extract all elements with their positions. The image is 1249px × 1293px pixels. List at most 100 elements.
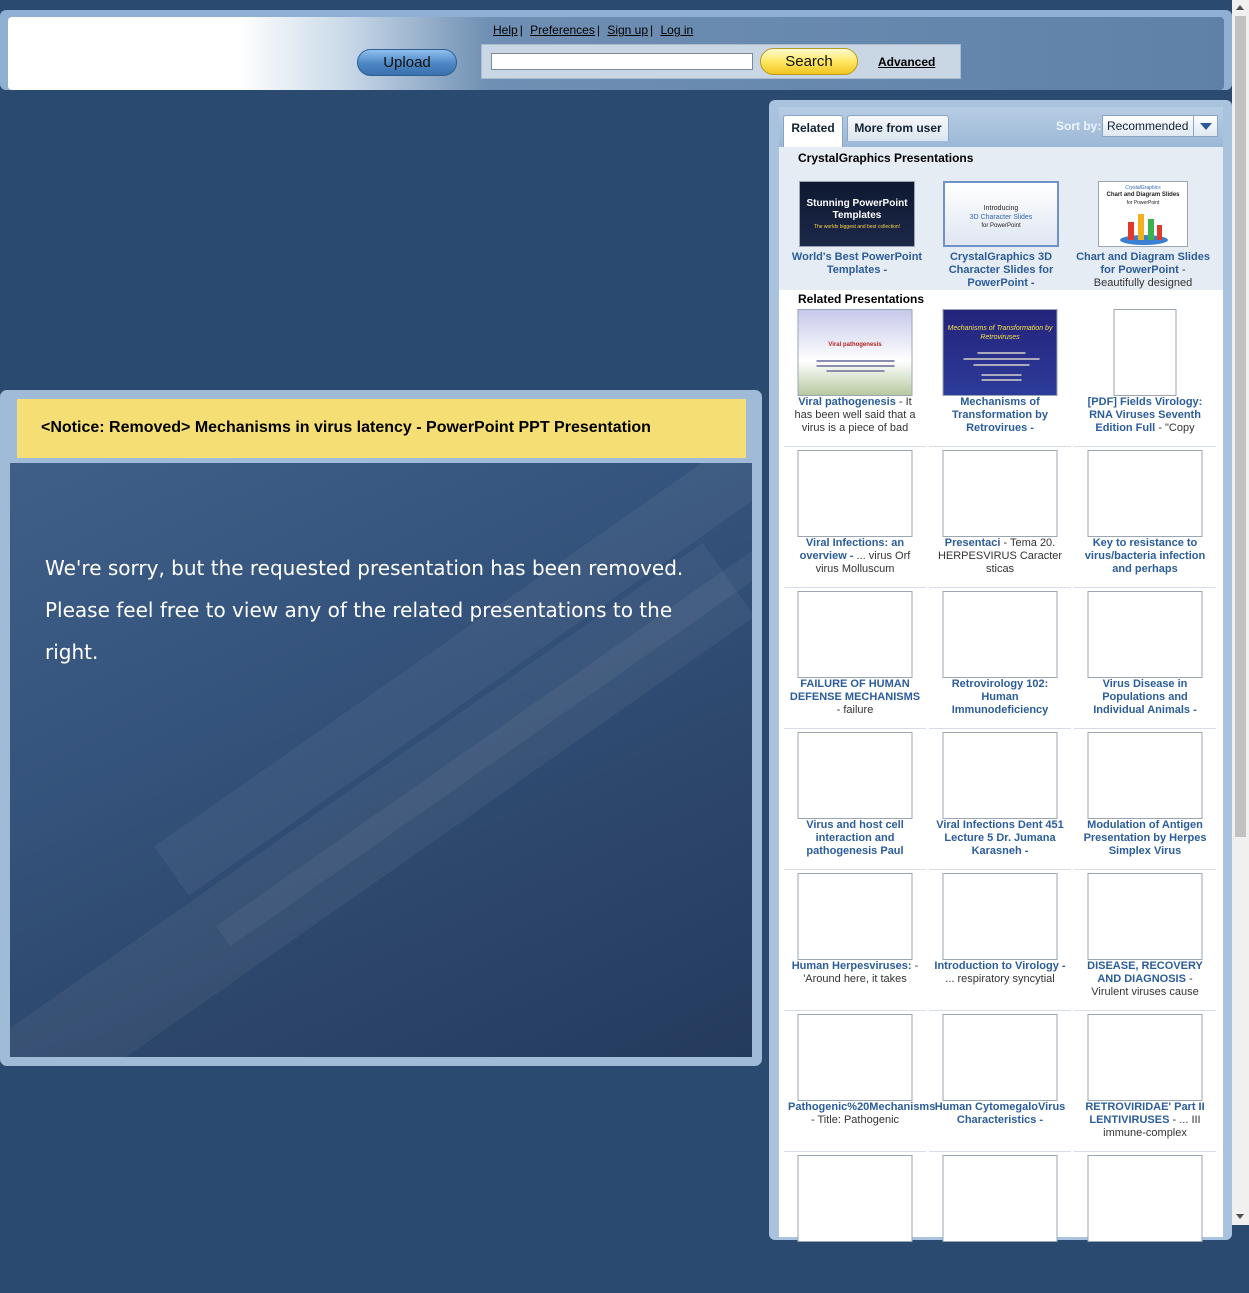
- login-link[interactable]: Log in: [661, 23, 694, 37]
- slide-thumbnail[interactable]: [942, 1155, 1058, 1242]
- related-item[interactable]: [1074, 1155, 1216, 1293]
- slide-thumbnail[interactable]: Mechanisms of Transformation by Retrovir…: [942, 309, 1058, 396]
- page-scrollbar[interactable]: [1232, 0, 1249, 1225]
- item-title[interactable]: CrystalGraphics 3D Character Slides for …: [949, 251, 1054, 289]
- related-item[interactable]: Retrovirology 102: Human Immunodeficienc…: [929, 591, 1071, 729]
- featured-item[interactable]: Stunning PowerPoint Templates The worlds…: [786, 181, 928, 291]
- help-link[interactable]: Help: [493, 23, 518, 37]
- slide-thumbnail[interactable]: [942, 873, 1058, 960]
- item-title[interactable]: Pathogenic%20Mechanisms: [788, 1101, 935, 1113]
- item-title[interactable]: Virus and host cell interaction and path…: [806, 819, 904, 857]
- related-item[interactable]: Introduction to Virology - ... respirato…: [929, 873, 1071, 1011]
- slide-thumbnail[interactable]: [797, 1155, 913, 1242]
- sort-value: Recommended: [1107, 119, 1189, 133]
- related-item[interactable]: Modulation of Antigen Presentation by He…: [1074, 732, 1216, 870]
- slide-thumbnail[interactable]: [1087, 873, 1203, 960]
- item-caption: Mechanisms of Transformation by Retrovir…: [933, 396, 1067, 435]
- item-caption: [PDF] Fields Virology: RNA Viruses Seven…: [1078, 396, 1212, 435]
- slide-thumbnail[interactable]: [797, 873, 913, 960]
- related-item[interactable]: Viral Infections: an overview - ... viru…: [784, 450, 926, 588]
- related-item[interactable]: FAILURE OF HUMAN DEFENSE MECHANISMS - fa…: [784, 591, 926, 729]
- item-title[interactable]: Human Herpesviruses:: [792, 960, 912, 972]
- related-item[interactable]: [784, 1155, 926, 1293]
- item-title[interactable]: FAILURE OF HUMAN DEFENSE MECHANISMS: [790, 678, 920, 703]
- thumb-text: for PowerPoint: [981, 223, 1021, 229]
- related-item[interactable]: Virus and host cell interaction and path…: [784, 732, 926, 870]
- sort-select[interactable]: Recommended: [1102, 115, 1218, 137]
- related-item[interactable]: Viral Infections Dent 451 Lecture 5 Dr. …: [929, 732, 1071, 870]
- featured-item[interactable]: Introducing 3D Character Slides for Powe…: [930, 181, 1072, 291]
- slide-thumbnail[interactable]: [942, 1014, 1058, 1101]
- slide-thumbnail[interactable]: [1113, 309, 1177, 396]
- related-item[interactable]: [PDF] Fields Virology: RNA Viruses Seven…: [1074, 309, 1216, 447]
- item-caption: CrystalGraphics 3D Character Slides for …: [934, 251, 1068, 290]
- related-item[interactable]: [929, 1155, 1071, 1293]
- related-item[interactable]: Human CytomegaloVirus Characteristics -: [929, 1014, 1071, 1152]
- item-title[interactable]: Key to resistance to virus/bacteria infe…: [1085, 537, 1205, 575]
- item-title[interactable]: Viral Infections Dent 451 Lecture 5 Dr. …: [936, 819, 1064, 857]
- slide-thumbnail[interactable]: Introducing 3D Character Slides for Powe…: [943, 181, 1059, 247]
- item-title[interactable]: Presentaci: [945, 537, 1001, 549]
- signup-link[interactable]: Sign up: [607, 23, 648, 37]
- thumb-text: for PowerPoint: [1126, 200, 1160, 206]
- slide-thumbnail[interactable]: [1087, 1014, 1203, 1101]
- notice-body: We're sorry, but the requested presentat…: [10, 463, 752, 1057]
- item-caption: World's Best PowerPoint Templates -: [790, 251, 924, 277]
- item-title[interactable]: DISEASE, RECOVERY AND DIAGNOSIS: [1087, 960, 1203, 985]
- related-item[interactable]: Key to resistance to virus/bacteria infe…: [1074, 450, 1216, 588]
- slide-thumbnail[interactable]: [797, 1014, 913, 1101]
- related-item[interactable]: Viral pathogenesis Viral pathogenesis - …: [784, 309, 926, 447]
- scrollbar-thumb[interactable]: [1235, 16, 1246, 837]
- slide-thumbnail[interactable]: Viral pathogenesis: [797, 309, 913, 396]
- item-title[interactable]: Viral pathogenesis: [798, 396, 896, 408]
- slide-thumbnail[interactable]: [942, 732, 1058, 819]
- thumb-text: Viral pathogenesis: [828, 342, 882, 348]
- slide-thumbnail[interactable]: [1087, 450, 1203, 537]
- slide-thumbnail[interactable]: [942, 450, 1058, 537]
- slide-thumbnail[interactable]: [797, 591, 913, 678]
- search-button[interactable]: Search: [760, 48, 858, 75]
- item-title[interactable]: Modulation of Antigen Presentation by He…: [1084, 819, 1207, 857]
- related-item[interactable]: Presentaci - Tema 20. HERPESVIRUS Caract…: [929, 450, 1071, 588]
- slide-thumbnail[interactable]: [797, 732, 913, 819]
- slide-thumbnail[interactable]: [1087, 1155, 1203, 1242]
- related-item[interactable]: Virus Disease in Populations and Individ…: [1074, 591, 1216, 729]
- slide-thumbnail[interactable]: CrystalGraphics Chart and Diagram Slides…: [1098, 181, 1188, 247]
- item-caption: Modulation of Antigen Presentation by He…: [1078, 819, 1212, 858]
- slide-thumbnail[interactable]: Stunning PowerPoint Templates The worlds…: [799, 181, 915, 247]
- related-item[interactable]: Mechanisms of Transformation by Retrovir…: [929, 309, 1071, 447]
- related-item[interactable]: Pathogenic%20Mechanisms - Title: Pathoge…: [784, 1014, 935, 1152]
- item-caption: Viral Infections Dent 451 Lecture 5 Dr. …: [933, 819, 1067, 858]
- slide-thumbnail[interactable]: [1087, 591, 1203, 678]
- removed-message: We're sorry, but the requested presentat…: [45, 556, 684, 664]
- advanced-search-link[interactable]: Advanced: [878, 55, 935, 69]
- related-item[interactable]: RETROVIRIDAE' Part II LENTIVIRUSES - ...…: [1074, 1014, 1216, 1152]
- item-caption: Human Herpesviruses: - 'Around here, it …: [788, 960, 922, 986]
- slide-thumbnail[interactable]: [942, 591, 1058, 678]
- upload-button[interactable]: Upload: [357, 49, 457, 76]
- notice-panel: <Notice: Removed> Mechanisms in virus la…: [0, 390, 762, 1066]
- item-title[interactable]: Retrovirology 102: Human Immunodeficienc…: [952, 678, 1049, 716]
- scroll-down-icon[interactable]: [1236, 1214, 1244, 1219]
- preferences-link[interactable]: Preferences: [530, 23, 595, 37]
- featured-item[interactable]: CrystalGraphics Chart and Diagram Slides…: [1072, 181, 1214, 291]
- slide-thumbnail[interactable]: [797, 450, 913, 537]
- slide-thumbnail[interactable]: [1087, 732, 1203, 819]
- search-input[interactable]: [491, 53, 753, 70]
- item-title[interactable]: Mechanisms of Transformation by Retrovir…: [952, 396, 1048, 434]
- scroll-up-icon[interactable]: [1236, 5, 1244, 10]
- item-title[interactable]: Virus Disease in Populations and Individ…: [1093, 678, 1197, 716]
- item-title[interactable]: Chart and Diagram Slides for PowerPoint: [1076, 251, 1210, 276]
- tab-related[interactable]: Related: [783, 115, 843, 147]
- item-description: ... respiratory syncytial: [945, 973, 1055, 985]
- notice-title: <Notice: Removed> Mechanisms in virus la…: [41, 419, 651, 436]
- item-title[interactable]: World's Best PowerPoint Templates -: [792, 251, 922, 276]
- related-item[interactable]: Human Herpesviruses: - 'Around here, it …: [784, 873, 926, 1011]
- chevron-down-icon[interactable]: [1193, 116, 1217, 136]
- tab-more-from-user[interactable]: More from user: [847, 115, 949, 141]
- item-caption: RETROVIRIDAE' Part II LENTIVIRUSES - ...…: [1078, 1101, 1212, 1140]
- item-description: - failure: [836, 704, 874, 716]
- item-title[interactable]: Human CytomegaloVirus Characteristics -: [935, 1101, 1066, 1126]
- item-title[interactable]: Introduction to Virology -: [934, 960, 1065, 972]
- related-item[interactable]: DISEASE, RECOVERY AND DIAGNOSIS - Virule…: [1074, 873, 1216, 1011]
